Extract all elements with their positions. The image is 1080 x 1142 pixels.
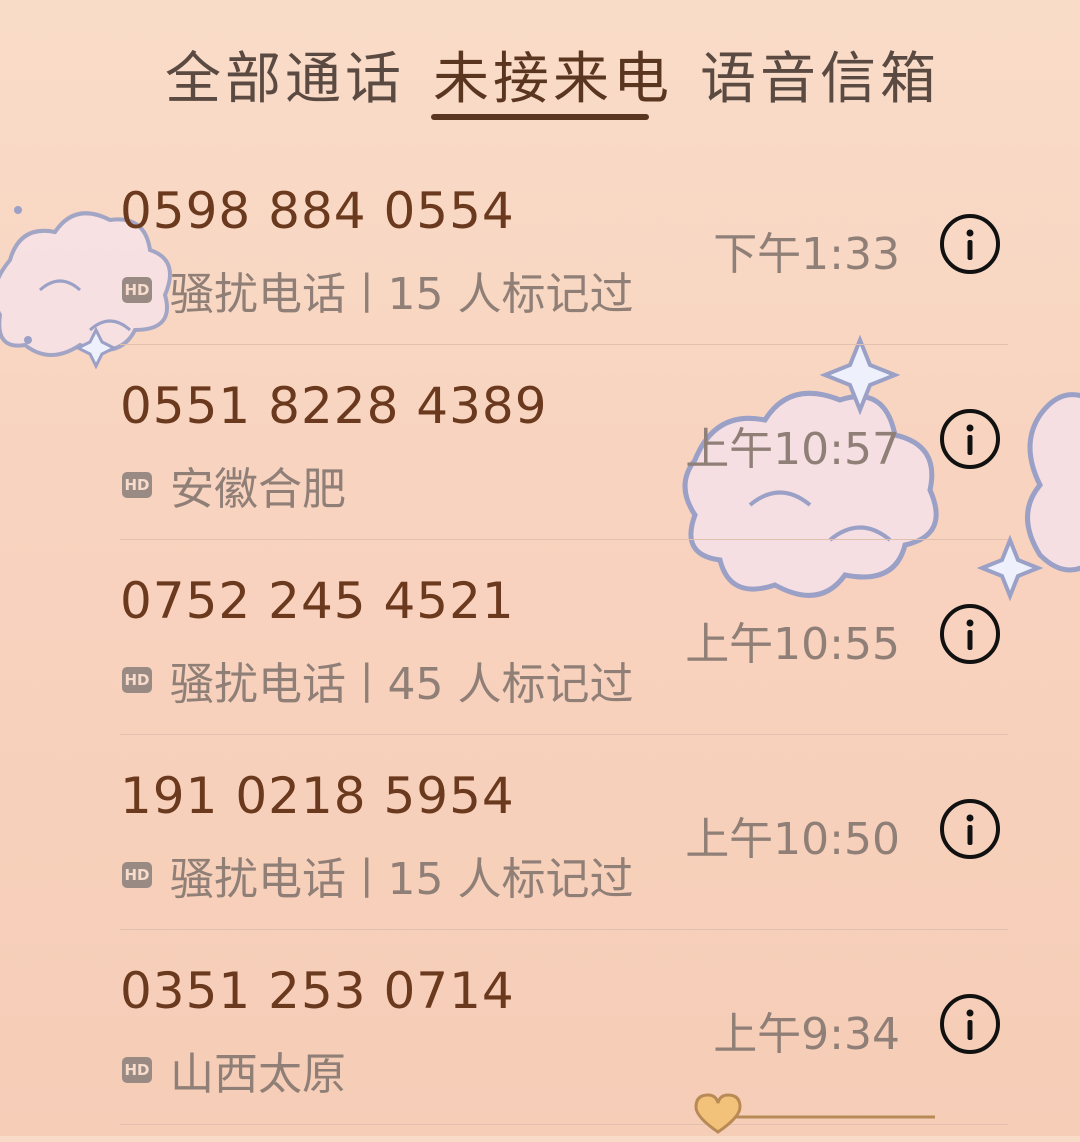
call-row[interactable]: 191 0218 5954 HD 骚扰电话 | 15 人标记过 上午10:50 [0, 735, 1080, 930]
hd-badge: HD [122, 277, 152, 303]
call-label: 骚扰电话 [170, 269, 346, 320]
mark-count: 15 人标记过 [387, 269, 634, 320]
info-icon[interactable] [940, 409, 1000, 469]
call-time: 下午1:33 [713, 229, 900, 280]
call-tabs: 全部通话 未接来电 语音信箱 [0, 0, 1080, 130]
separator: | [360, 657, 374, 703]
tab-all-calls[interactable]: 全部通话 [165, 34, 405, 115]
row-divider [120, 1124, 1008, 1125]
caller-number: 191 0218 5954 [120, 767, 515, 825]
info-icon[interactable] [940, 994, 1000, 1054]
call-subline: HD 山西太原 [122, 1038, 346, 1102]
caller-number: 0752 245 4521 [120, 572, 515, 630]
separator: | [360, 267, 374, 313]
call-row[interactable]: 0752 245 4521 HD 骚扰电话 | 45 人标记过 上午10:55 [0, 540, 1080, 735]
call-label: 骚扰电话 [170, 659, 346, 710]
hd-badge: HD [122, 862, 152, 888]
tab-voicemail[interactable]: 语音信箱 [700, 34, 940, 115]
call-label: 安徽合肥 [170, 464, 346, 515]
mark-count: 45 人标记过 [387, 659, 634, 710]
call-row[interactable]: 0551 8228 4389 HD 安徽合肥 上午10:57 [0, 345, 1080, 540]
caller-number: 0551 8228 4389 [120, 377, 548, 435]
call-subline: HD 骚扰电话 | 15 人标记过 [122, 843, 633, 907]
call-label: 骚扰电话 [170, 854, 346, 905]
hd-badge: HD [122, 472, 152, 498]
call-subline: HD 骚扰电话 | 15 人标记过 [122, 258, 633, 322]
caller-number: 0351 253 0714 [120, 962, 515, 1020]
info-icon[interactable] [940, 604, 1000, 664]
call-row[interactable]: 0351 253 0714 HD 山西太原 上午9:34 [0, 930, 1080, 1125]
call-subline: HD 骚扰电话 | 45 人标记过 [122, 648, 633, 712]
call-time: 上午10:50 [685, 814, 900, 865]
call-time: 上午9:34 [713, 1009, 900, 1060]
call-time: 上午10:57 [685, 424, 900, 475]
call-label: 山西太原 [170, 1049, 346, 1100]
tab-missed-calls[interactable]: 未接来电 [433, 34, 673, 115]
active-tab-indicator [431, 114, 649, 120]
hd-badge: HD [122, 667, 152, 693]
hd-badge: HD [122, 1057, 152, 1083]
call-row[interactable]: 0598 884 0554 HD 骚扰电话 | 15 人标记过 下午1:33 [0, 150, 1080, 345]
separator: | [360, 852, 374, 898]
info-icon[interactable] [940, 799, 1000, 859]
missed-call-list: 0598 884 0554 HD 骚扰电话 | 15 人标记过 下午1:33 0… [0, 150, 1080, 1125]
call-time: 上午10:55 [685, 619, 900, 670]
caller-number: 0598 884 0554 [120, 182, 515, 240]
call-subline: HD 安徽合肥 [122, 453, 346, 517]
mark-count: 15 人标记过 [387, 854, 634, 905]
info-icon[interactable] [940, 214, 1000, 274]
